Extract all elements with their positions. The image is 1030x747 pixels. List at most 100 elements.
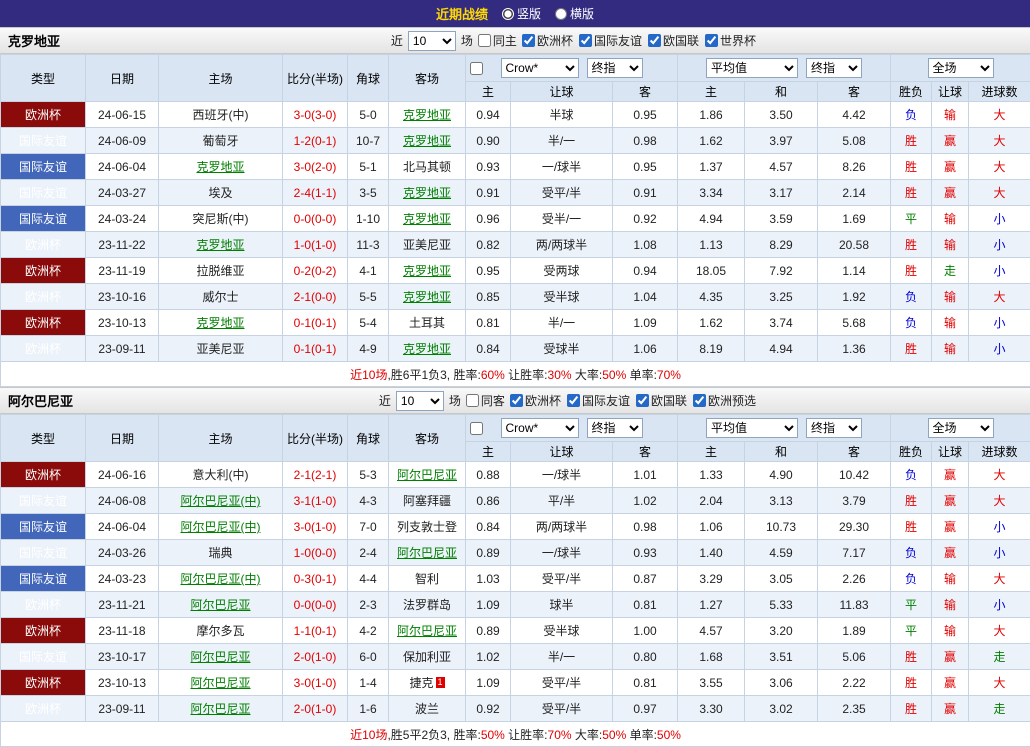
avg-draw-odds: 3.25 xyxy=(745,284,818,310)
tracked-team-link[interactable]: 克罗地亚 xyxy=(196,238,244,252)
scope-select[interactable]: 全场 xyxy=(928,58,994,78)
tracked-team-link[interactable]: 阿尔巴尼亚 xyxy=(397,468,457,482)
tracked-team-link[interactable]: 阿尔巴尼亚(中) xyxy=(181,572,261,586)
match-type: 国际友谊 xyxy=(1,566,86,592)
match-type: 国际友谊 xyxy=(1,540,86,566)
summary-part: 单率: xyxy=(626,368,657,382)
filter-label: 欧洲杯 xyxy=(525,392,561,409)
filter-checkbox[interactable] xyxy=(579,34,592,47)
same-venue-checkbox[interactable] xyxy=(466,394,479,407)
away-odds: 0.98 xyxy=(613,514,678,540)
filter-checkbox[interactable] xyxy=(510,394,523,407)
tracked-team-link[interactable]: 阿尔巴尼亚(中) xyxy=(181,520,261,534)
filter-option[interactable]: 欧国联 xyxy=(648,32,699,49)
home-odds: 0.89 xyxy=(466,618,511,644)
filter-checkbox[interactable] xyxy=(567,394,580,407)
match-row: 国际友谊24-03-27埃及2-4(1-1)3-5克罗地亚0.91受平/半0.9… xyxy=(1,180,1030,206)
tracked-team-link[interactable]: 克罗地亚 xyxy=(196,160,244,174)
match-type: 欧洲杯 xyxy=(1,618,86,644)
handicap: 半/一 xyxy=(511,310,613,336)
bookmaker-select[interactable]: Crow* xyxy=(501,418,579,438)
table-header-row: 类型 日期 主场 比分(半场) 角球 客场 Crow* 终指 xyxy=(1,55,1030,82)
tracked-team-link[interactable]: 克罗地亚 xyxy=(403,290,451,304)
tracked-team-link[interactable]: 阿尔巴尼亚(中) xyxy=(181,494,261,508)
tracked-team-link[interactable]: 克罗地亚 xyxy=(403,108,451,122)
tracked-team-link[interactable]: 克罗地亚 xyxy=(196,316,244,330)
vertical-layout-radio[interactable] xyxy=(502,8,514,20)
avg-stage-select[interactable]: 终指 xyxy=(806,418,862,438)
away-team: 克罗地亚 xyxy=(389,258,466,284)
tracked-team-link[interactable]: 阿尔巴尼亚 xyxy=(397,546,457,560)
tracked-team-link[interactable]: 阿尔巴尼亚 xyxy=(190,650,250,664)
tracked-team-link[interactable]: 阿尔巴尼亚 xyxy=(190,676,250,690)
match-row: 欧洲杯24-06-16意大利(中)2-1(2-1)5-3阿尔巴尼亚0.88一/球… xyxy=(1,462,1030,488)
layout-vertical-option[interactable]: 竖版 xyxy=(502,5,541,22)
scope-select[interactable]: 全场 xyxy=(928,418,994,438)
average-select[interactable]: 平均值 xyxy=(706,418,798,438)
filter-option[interactable]: 欧洲预选 xyxy=(693,392,756,409)
avg-home-odds: 1.13 xyxy=(678,232,745,258)
col-header-away: 客场 xyxy=(389,415,466,462)
bookmaker-checkbox[interactable] xyxy=(470,422,483,435)
layout-horizontal-option[interactable]: 横版 xyxy=(555,5,594,22)
filter-option[interactable]: 欧国联 xyxy=(636,392,687,409)
result-outcome: 平 xyxy=(891,618,932,644)
tracked-team-link[interactable]: 克罗地亚 xyxy=(403,342,451,356)
match-count-select[interactable]: 10 xyxy=(396,391,444,411)
away-odds: 0.80 xyxy=(613,644,678,670)
filter-option[interactable]: 欧洲杯 xyxy=(510,392,561,409)
summary-line: 近10场,胜5平2负3, 胜率:50% 让胜率:70% 大率:50% 单率:50… xyxy=(1,722,1030,747)
tracked-team-link[interactable]: 克罗地亚 xyxy=(403,212,451,226)
filter-checkbox[interactable] xyxy=(693,394,706,407)
horizontal-layout-radio[interactable] xyxy=(555,8,567,20)
score: 3-0(2-0) xyxy=(283,154,348,180)
tracked-team-link[interactable]: 阿尔巴尼亚 xyxy=(397,624,457,638)
odds-stage-select[interactable]: 终指 xyxy=(587,418,643,438)
filter-label: 国际友谊 xyxy=(594,32,642,49)
home-team: 葡萄牙 xyxy=(159,128,283,154)
filter-label: 世界杯 xyxy=(720,32,756,49)
average-odds-header: 平均值 终指 xyxy=(678,415,891,442)
avg-home-odds: 18.05 xyxy=(678,258,745,284)
filter-checkbox[interactable] xyxy=(705,34,718,47)
average-select[interactable]: 平均值 xyxy=(706,58,798,78)
away-team: 克罗地亚 xyxy=(389,336,466,362)
same-venue-checkbox[interactable] xyxy=(478,34,491,47)
avg-draw-odds: 3.74 xyxy=(745,310,818,336)
result-outcome: 平 xyxy=(891,206,932,232)
result-handicap: 赢 xyxy=(932,462,969,488)
tracked-team-link[interactable]: 阿尔巴尼亚 xyxy=(190,598,250,612)
filter-option[interactable]: 世界杯 xyxy=(705,32,756,49)
filter-checkbox[interactable] xyxy=(636,394,649,407)
avg-away-odds: 2.35 xyxy=(818,696,891,722)
result-outcome: 胜 xyxy=(891,336,932,362)
bookmaker-select[interactable]: Crow* xyxy=(501,58,579,78)
handicap: 受平/半 xyxy=(511,696,613,722)
avg-home-odds: 3.30 xyxy=(678,696,745,722)
same-venue-option[interactable]: 同主 xyxy=(478,32,517,49)
filter-option[interactable]: 欧洲杯 xyxy=(522,32,573,49)
filter-option[interactable]: 国际友谊 xyxy=(567,392,630,409)
tracked-team-link[interactable]: 阿尔巴尼亚 xyxy=(190,702,250,716)
tracked-team-link[interactable]: 克罗地亚 xyxy=(403,264,451,278)
avg-draw-odds: 3.97 xyxy=(745,128,818,154)
match-count-select[interactable]: 10 xyxy=(408,31,456,51)
tracked-team-link[interactable]: 克罗地亚 xyxy=(403,186,451,200)
summary-row: 近10场,胜6平1负3, 胜率:60% 让胜率:30% 大率:50% 单率:70… xyxy=(1,362,1030,387)
result-outcome: 负 xyxy=(891,310,932,336)
subcol-goals-result: 进球数 xyxy=(969,442,1030,462)
filter-option[interactable]: 国际友谊 xyxy=(579,32,642,49)
summary-part: 让胜率: xyxy=(505,368,548,382)
subcol-handicap-result: 让球 xyxy=(932,442,969,462)
same-venue-option[interactable]: 同客 xyxy=(466,392,505,409)
match-row: 国际友谊24-06-04克罗地亚3-0(2-0)5-1北马其顿0.93一/球半0… xyxy=(1,154,1030,180)
bookmaker-checkbox[interactable] xyxy=(470,62,483,75)
result-goals: 大 xyxy=(969,618,1030,644)
odds-stage-select[interactable]: 终指 xyxy=(587,58,643,78)
filter-checkbox[interactable] xyxy=(648,34,661,47)
tracked-team-link[interactable]: 克罗地亚 xyxy=(403,134,451,148)
avg-stage-select[interactable]: 终指 xyxy=(806,58,862,78)
home-odds: 0.84 xyxy=(466,514,511,540)
result-goals: 大 xyxy=(969,102,1030,128)
filter-checkbox[interactable] xyxy=(522,34,535,47)
